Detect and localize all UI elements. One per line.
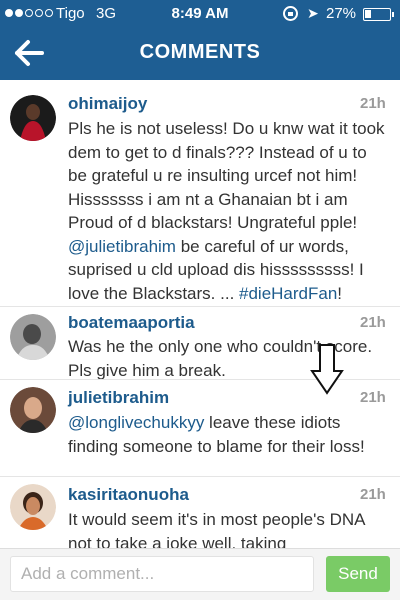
comment-text: It would seem it's in most people's DNA …	[68, 510, 365, 548]
avatar[interactable]	[10, 484, 56, 530]
hashtag-link[interactable]: #dieHardFan	[239, 284, 337, 303]
comment-text: @longlivechukkyy leave these idiots find…	[68, 411, 390, 458]
battery-percentage: 27%	[326, 5, 357, 22]
mention-link[interactable]: @longlivechukkyy	[68, 413, 204, 432]
comment-list[interactable]: ohimaijoy 21h Pls he is not useless! Do …	[0, 80, 400, 548]
comment-text-segment: Pls he is not useless! Do u knw wat it t…	[68, 119, 385, 232]
comment-item: ohimaijoy 21h Pls he is not useless! Do …	[0, 80, 400, 306]
comment-text-segment: !	[337, 283, 343, 303]
comment-username[interactable]: ohimaijoy	[68, 94, 147, 114]
comment-text: Pls he is not useless! Do u knw wat it t…	[68, 117, 390, 305]
location-arrow-icon: ➤	[307, 5, 319, 21]
avatar[interactable]	[10, 387, 56, 433]
comment-timestamp: 21h	[360, 389, 386, 406]
comment-compose-bar: Send	[0, 548, 400, 600]
comment-timestamp: 21h	[360, 314, 386, 331]
comment-username[interactable]: kasiritaonuoha	[68, 485, 189, 505]
avatar[interactable]	[10, 95, 56, 141]
down-arrow-icon	[310, 344, 344, 395]
battery-icon	[363, 8, 394, 21]
comment-username[interactable]: boatemaaportia	[68, 313, 195, 333]
nav-bar: COMMENTS	[0, 28, 400, 80]
mention-link[interactable]: @julietibrahim	[68, 237, 176, 256]
comment-input[interactable]	[10, 556, 314, 592]
status-bar: Tigo 3G 8:49 AM ➤ 27%	[0, 0, 400, 28]
rotation-lock-icon	[283, 6, 298, 21]
send-button[interactable]: Send	[326, 556, 390, 592]
avatar[interactable]	[10, 314, 56, 360]
comment-timestamp: 21h	[360, 486, 386, 503]
comment-item: kasiritaonuoha 21h It would seem it's in…	[0, 477, 400, 548]
comment-timestamp: 21h	[360, 95, 386, 112]
page-title: COMMENTS	[139, 41, 261, 63]
comment-username[interactable]: julietibrahim	[68, 388, 169, 408]
